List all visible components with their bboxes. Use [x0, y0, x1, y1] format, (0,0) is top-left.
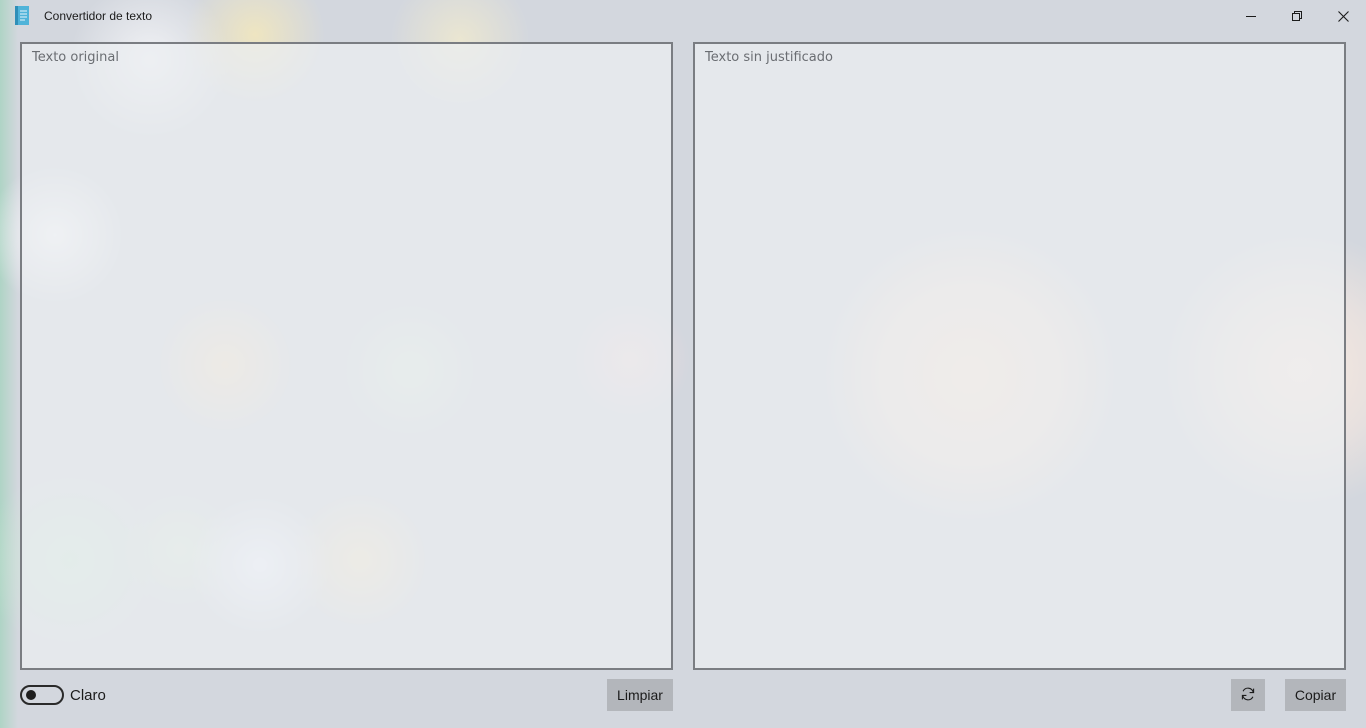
original-text-panel: [20, 42, 673, 670]
close-icon: [1337, 10, 1349, 22]
restore-icon: [1292, 11, 1302, 21]
theme-toggle[interactable]: [20, 685, 64, 705]
minimize-button[interactable]: [1228, 0, 1274, 32]
original-text-input[interactable]: [22, 44, 671, 668]
clear-button[interactable]: Limpiar: [607, 679, 673, 711]
document-icon: [14, 6, 30, 25]
copy-button[interactable]: Copiar: [1285, 679, 1346, 711]
title-bar: Convertidor de texto: [0, 0, 1366, 32]
refresh-button[interactable]: [1231, 679, 1265, 711]
minimize-icon: [1246, 11, 1256, 21]
unjustified-text-output[interactable]: [695, 44, 1344, 668]
close-button[interactable]: [1320, 0, 1366, 32]
unjustified-text-panel: [693, 42, 1346, 670]
refresh-icon: [1240, 686, 1256, 705]
theme-toggle-label: Claro: [70, 687, 106, 704]
toggle-knob: [26, 690, 36, 700]
maximize-button[interactable]: [1274, 0, 1320, 32]
window-title: Convertidor de texto: [44, 9, 153, 23]
